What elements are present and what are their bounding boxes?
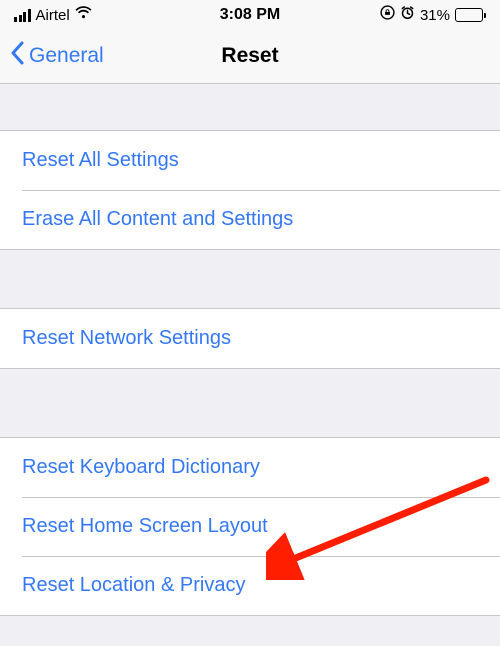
wifi-icon (75, 6, 92, 24)
nav-bar: General Reset (0, 28, 500, 84)
erase-all-content[interactable]: Erase All Content and Settings (0, 190, 500, 249)
carrier-label: Airtel (36, 7, 70, 24)
item-label: Reset Location & Privacy (22, 574, 245, 596)
status-left: Airtel (14, 6, 92, 24)
clock-label: 3:08 PM (220, 6, 280, 24)
item-label: Erase All Content and Settings (22, 208, 293, 230)
battery-percent-label: 31% (420, 7, 450, 24)
item-label: Reset Home Screen Layout (22, 515, 268, 537)
cellular-signal-icon (14, 9, 31, 22)
page-title: Reset (221, 44, 278, 68)
status-right: 31% (380, 5, 486, 25)
item-label: Reset All Settings (22, 149, 179, 171)
list-group-2: Reset Network Settings (0, 308, 500, 369)
status-bar: Airtel 3:08 PM 31% (0, 0, 500, 28)
item-label: Reset Keyboard Dictionary (22, 456, 260, 478)
reset-keyboard-dictionary[interactable]: Reset Keyboard Dictionary (0, 438, 500, 497)
chevron-left-icon (10, 41, 25, 71)
list-group-3: Reset Keyboard Dictionary Reset Home Scr… (0, 437, 500, 616)
item-label: Reset Network Settings (22, 327, 231, 349)
battery-icon (455, 8, 486, 22)
reset-network-settings[interactable]: Reset Network Settings (0, 309, 500, 368)
reset-location-privacy[interactable]: Reset Location & Privacy (0, 556, 500, 615)
orientation-lock-icon (380, 5, 395, 25)
back-label: General (29, 44, 104, 68)
alarm-icon (400, 5, 415, 25)
list-group-1: Reset All Settings Erase All Content and… (0, 130, 500, 250)
back-button[interactable]: General (10, 41, 104, 71)
reset-home-screen-layout[interactable]: Reset Home Screen Layout (0, 497, 500, 556)
reset-all-settings[interactable]: Reset All Settings (0, 131, 500, 190)
